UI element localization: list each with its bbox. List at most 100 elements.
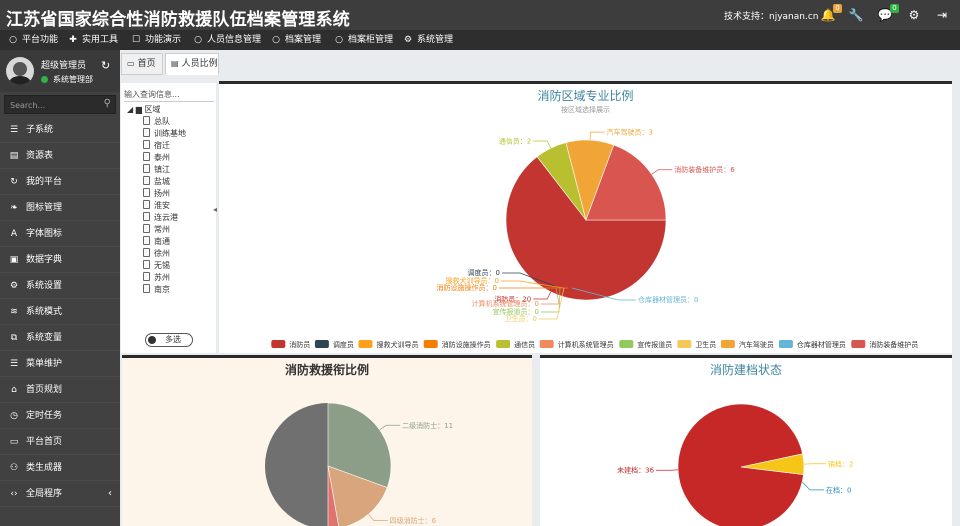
legend-label-6[interactable]: 宣传报道员 [637, 340, 672, 349]
menu-archive[interactable]: ○ 档案管理 [271, 30, 321, 50]
legend-label-2[interactable]: 搜救犬训导员 [377, 340, 419, 349]
legend-label-4[interactable]: 通信员 [514, 340, 535, 349]
file-icon [143, 116, 150, 125]
tree-node[interactable]: 淮安 [143, 200, 170, 212]
legend-swatch-5[interactable] [539, 340, 554, 348]
legend-swatch-0[interactable] [271, 340, 286, 348]
tree-node[interactable]: 南京 [143, 284, 170, 296]
sidebar-item-13[interactable]: ⚇ 类生成器 [0, 455, 120, 481]
sign-out-icon[interactable]: ⇥ [934, 7, 950, 23]
tree-node[interactable]: 连云港 [143, 212, 178, 224]
pie-label-7: 卫生员：0 [505, 314, 537, 323]
tree-node[interactable]: 扬州 [143, 188, 170, 200]
tree-node[interactable]: 盐城 [143, 176, 170, 188]
collapse-arrow-icon[interactable]: ◢ [127, 105, 133, 114]
multi-select-toggle[interactable]: 多选 [145, 333, 193, 347]
avatar[interactable] [6, 57, 34, 85]
legend-swatch-6[interactable] [619, 340, 634, 348]
file-icon [143, 272, 150, 281]
tree-root[interactable]: ◢ ▆ 区域 [127, 104, 160, 115]
sidebar-item-2[interactable]: ↻ 我的平台 [0, 169, 120, 195]
chat-icon[interactable]: 💬 0 [877, 4, 899, 23]
legend-swatch-4[interactable] [496, 340, 511, 348]
sidebar-item-11[interactable]: ◷ 定时任务 [0, 403, 120, 429]
legend-label-1[interactable]: 调度员 [333, 340, 354, 349]
wrench-icon[interactable]: 🔧 [848, 7, 864, 23]
pie-label-9: 仓库器材管理员：0 [638, 295, 698, 304]
legend-swatch-9[interactable] [778, 340, 793, 348]
tree-node[interactable]: 南通 [143, 236, 170, 248]
tree-node[interactable]: 宿迁 [143, 140, 170, 152]
list-icon: ☰ [9, 125, 19, 135]
sidebar-item-label: 类生成器 [26, 463, 63, 473]
tree-node[interactable]: 徐州 [143, 248, 170, 260]
pie-label-10: 消防装备维护员：6 [674, 165, 735, 174]
sidebar-item-12[interactable]: ▭ 平台首页 [0, 429, 120, 455]
sidebar-item-10[interactable]: ⌂ 首页规划 [0, 377, 120, 403]
tree-node[interactable]: 训练基地 [143, 128, 186, 140]
sidebar-item-4[interactable]: A 字体图标 [0, 221, 120, 247]
legend-label-7[interactable]: 卫生员 [695, 340, 716, 349]
legend-swatch-8[interactable] [720, 340, 735, 348]
sidebar-item-label: 数据字典 [26, 255, 63, 265]
tree-search-input[interactable] [124, 88, 214, 102]
tab-personnel-ratio[interactable]: ▤ 人员比例 [165, 53, 219, 75]
message-badge: 0 [890, 4, 899, 13]
menu-system[interactable]: ⚙ 系统管理 [403, 30, 453, 50]
sidebar-item-5[interactable]: ▣ 数据字典 [0, 247, 120, 273]
pie-label-1: 调度员：0 [468, 268, 500, 277]
refresh-icon[interactable]: ↻ [101, 59, 110, 72]
tree-node[interactable]: 总队 [143, 116, 170, 128]
gears-icon[interactable]: ⚙ [906, 7, 922, 23]
circle-icon: ○ [194, 35, 202, 45]
collapse-sidebar-icon[interactable]: ‹ [108, 481, 112, 507]
tree-node[interactable]: 常州 [143, 224, 170, 236]
legend-swatch-2[interactable] [358, 340, 373, 348]
splitter-handle[interactable]: ◂ [213, 205, 217, 214]
sidebar-item-3[interactable]: ❧ 图标管理 [0, 195, 120, 221]
sidebar-item-14[interactable]: ‹› 全局程序 ‹ [0, 481, 120, 507]
chart-card-rank-ratio: 消防救援衔比例 二级消防士：11四级消防士：6：1 [122, 355, 532, 526]
search-icon[interactable]: ⚲ [104, 98, 111, 109]
tab-home[interactable]: ▭ 首页 [121, 53, 163, 75]
legend-label-0[interactable]: 消防员 [289, 340, 310, 349]
tree-node[interactable]: 苏州 [143, 272, 170, 284]
sidebar-search-input[interactable] [10, 98, 100, 112]
menu-tools[interactable]: ✚ 实用工具 [68, 30, 118, 50]
tree-node[interactable]: 泰州 [143, 152, 170, 164]
chart-card-area-ratio: 消防区域专业比例 按区域选择展示 消防员：20 调度员：0 搜救犬训导员：0 消防设施… [219, 81, 952, 353]
sidebar-item-1[interactable]: ▤ 资源表 [0, 143, 120, 169]
tree-node[interactable]: 无锡 [143, 260, 170, 272]
sidebar-item-6[interactable]: ⚙ 系统设置 [0, 273, 120, 299]
file-icon [143, 236, 150, 245]
pie-label-1: 四级消防士：6 [390, 516, 437, 525]
legend-label-10[interactable]: 消防装备维护员 [869, 340, 918, 349]
bell-icon[interactable]: 🔔 0 [820, 4, 842, 23]
circle-icon: ○ [9, 35, 17, 45]
tree-node[interactable]: 镇江 [143, 164, 170, 176]
sidebar-item-9[interactable]: ☰ 菜单维护 [0, 351, 120, 377]
menu-personnel[interactable]: ○ 人员信息管理 [193, 30, 261, 50]
sidebar-item-0[interactable]: ☰ 子系统 [0, 117, 120, 143]
legend-swatch-1[interactable] [314, 340, 329, 348]
menu-cabinet[interactable]: ○ 档案柜管理 [334, 30, 393, 50]
menu-demo[interactable]: ☐ 功能演示 [131, 30, 181, 50]
legend-label-5[interactable]: 计算机系统管理员 [558, 340, 614, 349]
sidebar-item-7[interactable]: ≋ 系统模式 [0, 299, 120, 325]
chart2-svg: 二级消防士：11四级消防士：6：1 [265, 402, 453, 526]
legend-label-9[interactable]: 仓库器材管理员 [797, 340, 846, 349]
circle-icon: ○ [335, 35, 343, 45]
legend-label-3[interactable]: 消防设施操作员 [442, 340, 491, 349]
legend-swatch-7[interactable] [677, 340, 692, 348]
pie-label-2: 在档：0 [826, 485, 851, 494]
chart3-svg: 未建档：36 销档：2 在档：0 [617, 403, 853, 526]
pie-label-1: 销档：2 [828, 459, 853, 468]
legend-swatch-10[interactable] [851, 340, 866, 348]
menu-platform[interactable]: ○ 平台功能 [8, 30, 58, 50]
sidebar-item-8[interactable]: ⧉ 系统变量 [0, 325, 120, 351]
code-icon: ‹› [10, 489, 18, 499]
legend-swatch-3[interactable] [423, 340, 438, 348]
online-status-icon [41, 76, 48, 83]
book-icon: ▣ [9, 255, 19, 265]
legend-label-8[interactable]: 汽车驾驶员 [739, 340, 774, 349]
